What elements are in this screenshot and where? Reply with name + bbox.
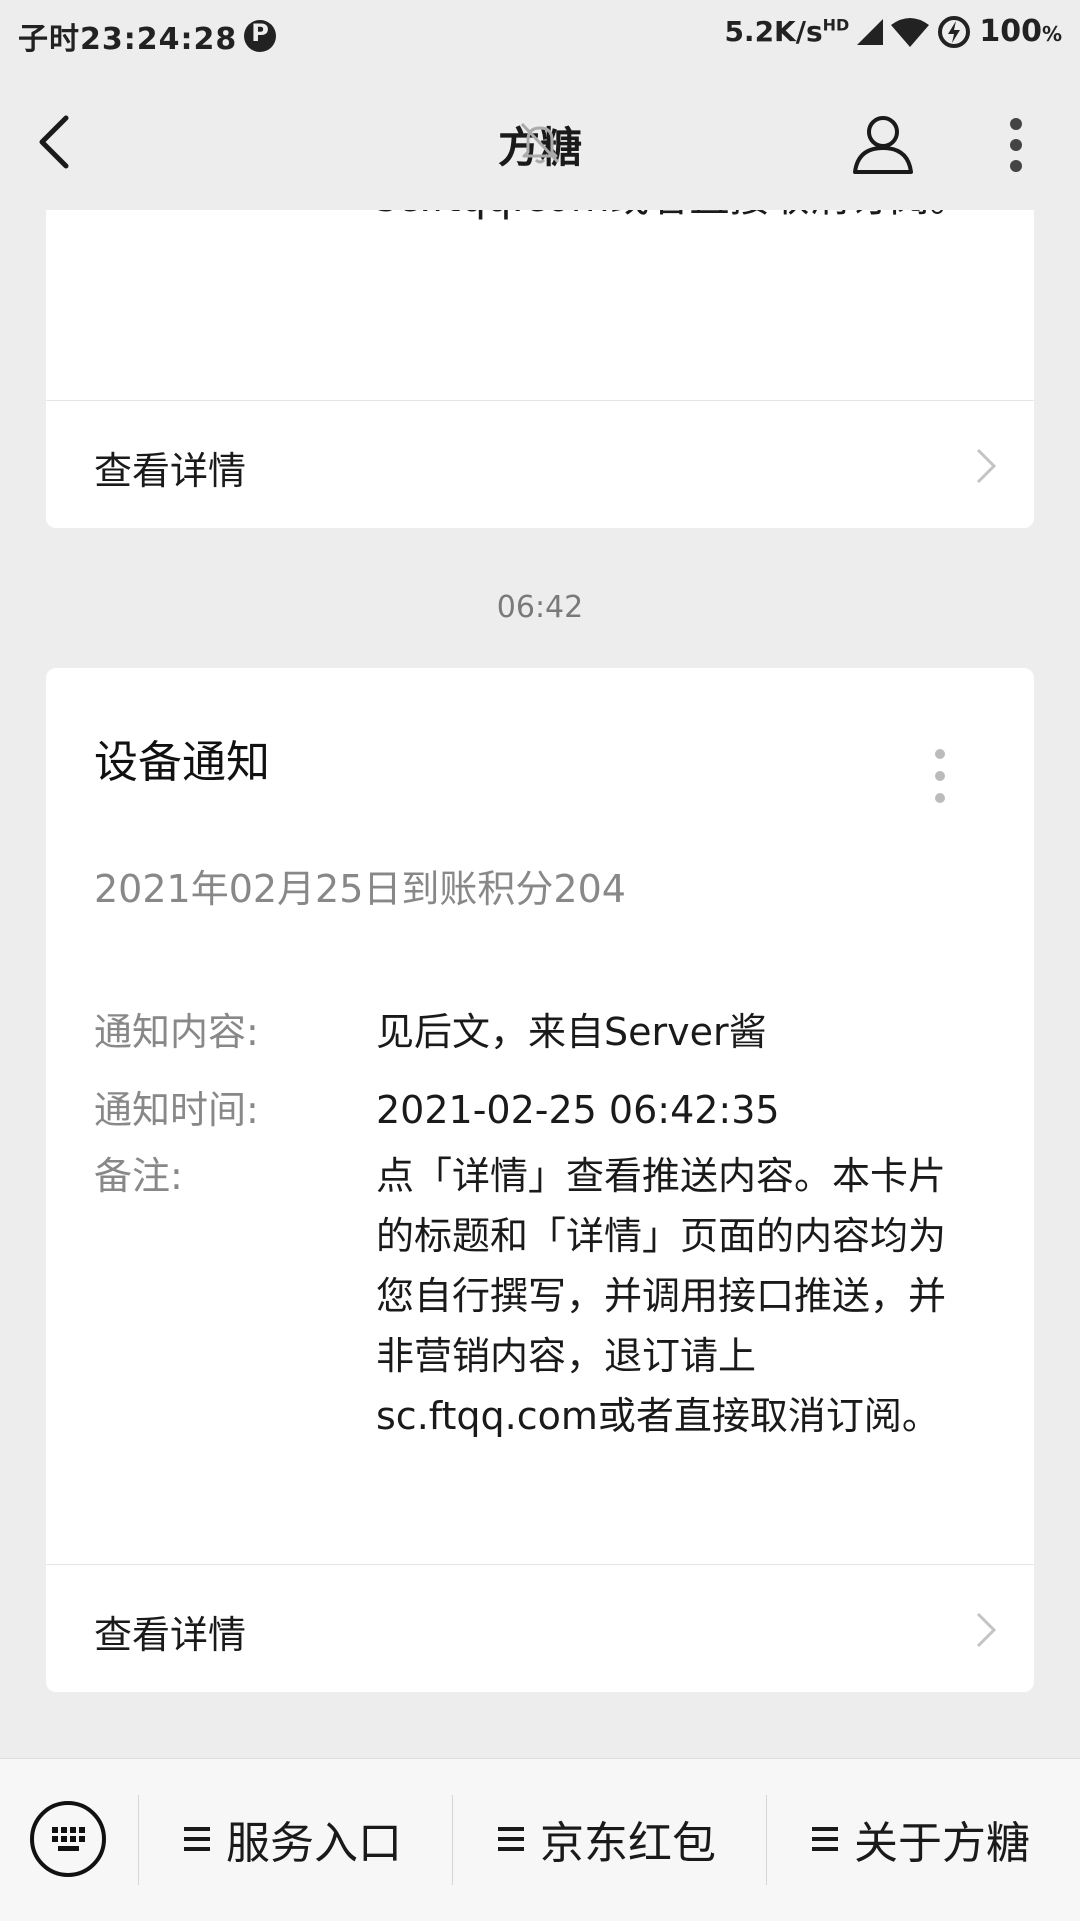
status-right: 5.2K/sHD 100%	[724, 14, 1062, 49]
menu-label: 关于方糖	[854, 1818, 1030, 1869]
battery-unit: %	[1041, 22, 1062, 46]
app-notification-icon: P	[244, 19, 276, 52]
more-vertical-icon[interactable]	[1004, 116, 1028, 174]
view-details-row[interactable]: 查看详情	[46, 1566, 1034, 1692]
status-bar: 子时23:24:28 P 5.2K/sHD 100%	[0, 0, 1080, 72]
keyboard-icon	[52, 1827, 85, 1851]
menu-label: 服务入口	[226, 1818, 402, 1869]
view-details-label: 查看详情	[94, 449, 247, 493]
field-key: 通知时间:	[94, 1088, 259, 1132]
menu-separator	[766, 1795, 767, 1885]
field-key: 通知内容:	[94, 1010, 259, 1054]
menu-separator	[138, 1795, 139, 1885]
signal-icon	[857, 18, 884, 45]
menu-jd-redpacket[interactable]: 京东红包	[498, 1803, 716, 1875]
field-key: 备注:	[94, 1154, 183, 1198]
field-value: 点「详情」查看推送内容。本卡片的标题和「详情」页面的内容均为您自行撰写，并调用接…	[376, 1154, 947, 1438]
wifi-icon	[891, 17, 930, 47]
previous-view-details-row[interactable]: 查看详情	[46, 402, 1034, 528]
menu-icon	[184, 1821, 210, 1857]
card-divider	[46, 400, 1034, 401]
card-more-icon[interactable]	[930, 746, 950, 806]
menu-icon	[498, 1821, 524, 1857]
muted-bell-icon	[520, 122, 560, 164]
field-value: 见后文，来自Server酱	[376, 1010, 767, 1054]
network-speed: 5.2K/sHD	[724, 15, 849, 48]
menu-service-entry[interactable]: 服务入口	[184, 1803, 402, 1875]
nav-bar: 方糖	[0, 72, 1080, 210]
app-badge-letter: P	[251, 19, 269, 47]
charging-icon	[938, 15, 971, 48]
card-divider	[46, 1564, 1034, 1565]
keyboard-toggle-button[interactable]	[30, 1801, 106, 1877]
view-details-label: 查看详情	[94, 1613, 247, 1657]
hd-badge: HD	[822, 15, 850, 35]
card-title: 设备通知	[94, 737, 270, 788]
previous-notification-card: sc.ftqq.com或者直接取消订阅。 查看详情	[46, 210, 1034, 528]
chevron-right-icon	[976, 1612, 997, 1648]
network-speed-value: 5.2K/s	[724, 15, 823, 48]
card-subtitle: 2021年02月25日到账积分204	[94, 867, 626, 911]
menu-label: 京东红包	[540, 1818, 716, 1869]
previous-card-remark: sc.ftqq.com或者直接取消订阅。	[376, 210, 1016, 228]
menu-about[interactable]: 关于方糖	[812, 1803, 1030, 1875]
profile-icon[interactable]	[850, 112, 916, 176]
bottom-menu-bar: 服务入口 京东红包 关于方糖	[0, 1758, 1080, 1921]
battery-level: 100%	[979, 14, 1062, 49]
message-timestamp: 06:42	[496, 590, 584, 625]
menu-separator	[452, 1795, 453, 1885]
notification-card: 设备通知 2021年02月25日到账积分204 通知内容: 见后文，来自Serv…	[46, 668, 1034, 1692]
chevron-right-icon	[976, 448, 997, 484]
status-time: 子时23:24:28	[18, 22, 238, 57]
menu-icon	[812, 1821, 838, 1857]
battery-value: 100	[979, 14, 1042, 49]
field-value: 2021-02-25 06:42:35	[376, 1088, 780, 1132]
